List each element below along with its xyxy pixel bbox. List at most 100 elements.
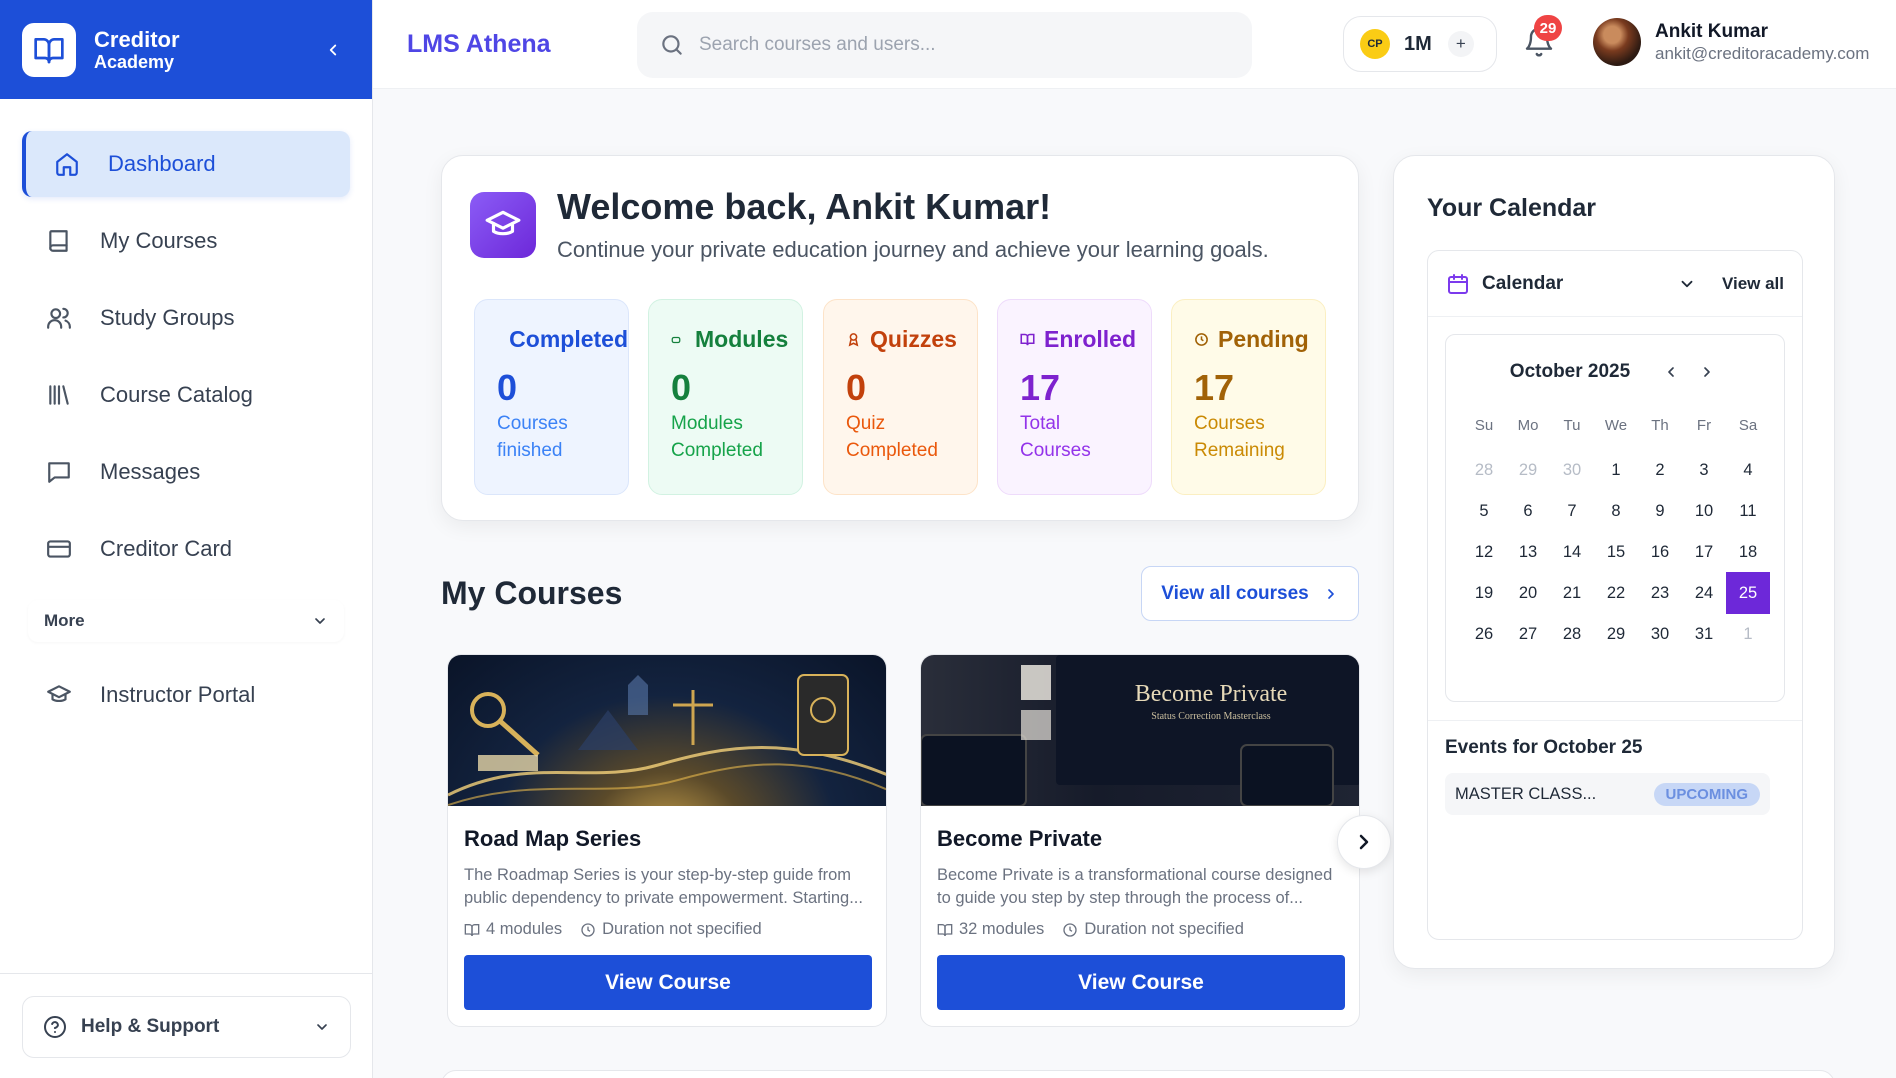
calendar-day[interactable]: 26: [1462, 613, 1506, 655]
calendar-day[interactable]: 2: [1638, 449, 1682, 491]
calendar-day[interactable]: 16: [1638, 531, 1682, 573]
calendar-day[interactable]: 25: [1726, 572, 1770, 614]
search-input[interactable]: [699, 34, 1219, 56]
calendar-week-row: 5 6 7 8 9 10 11: [1462, 490, 1770, 532]
book-icon: [44, 226, 74, 256]
calendar-day[interactable]: 13: [1506, 531, 1550, 573]
chevron-down-icon: [315, 618, 325, 624]
calendar-day[interactable]: 22: [1594, 572, 1638, 614]
view-course-button[interactable]: View Course: [937, 955, 1345, 1010]
carousel-next-button[interactable]: [1337, 815, 1391, 869]
stat-card-enrolled: Enrolled 17 Total Courses: [997, 299, 1152, 495]
credits-value: 1M: [1404, 32, 1432, 55]
calendar-day[interactable]: 19: [1462, 572, 1506, 614]
calendar-day[interactable]: 24: [1682, 572, 1726, 614]
user-name: Ankit Kumar: [1655, 20, 1768, 42]
more-label: More: [44, 611, 85, 630]
calendar-day[interactable]: 21: [1550, 572, 1594, 614]
calendar-day[interactable]: 20: [1506, 572, 1550, 614]
calendar-dropdown-toggle[interactable]: [1678, 275, 1696, 293]
chevron-down-icon: [317, 1024, 327, 1030]
calendar-day[interactable]: 6: [1506, 490, 1550, 532]
calendar-day-outside[interactable]: 1: [1726, 613, 1770, 655]
calendar-day-outside[interactable]: 30: [1550, 449, 1594, 491]
calendar-week-row: 19 20 21 22 23 24 25: [1462, 572, 1770, 614]
calendar-day[interactable]: 31: [1682, 613, 1726, 655]
stat-value: 0: [497, 367, 518, 408]
calendar-day[interactable]: 30: [1638, 613, 1682, 655]
user-profile[interactable]: Ankit Kumar ankit@creditoracademy.com: [1593, 18, 1869, 66]
sidebar-item-label: Study Groups: [100, 305, 235, 330]
calendar-day[interactable]: 15: [1594, 531, 1638, 573]
calendar-view-all-link[interactable]: View all: [1722, 274, 1784, 294]
calendar-day[interactable]: 18: [1726, 531, 1770, 573]
weekday-header: Su Mo Tu We Th Fr Sa: [1462, 417, 1770, 434]
sidebar-item-study-groups[interactable]: Study Groups: [22, 285, 350, 351]
chevron-right-icon: [1323, 586, 1339, 602]
book-open-icon[interactable]: [22, 22, 76, 77]
clock-icon: [581, 922, 595, 937]
thumbnail-subtitle: Status Correction Masterclass: [1151, 711, 1271, 722]
event-item[interactable]: MASTER CLASS... UPCOMING: [1445, 773, 1770, 815]
sidebar-item-course-catalog[interactable]: Course Catalog: [22, 362, 350, 428]
sidebar-item-my-courses[interactable]: My Courses: [22, 208, 350, 274]
add-credits-button[interactable]: +: [1447, 31, 1474, 57]
credits-widget[interactable]: CP 1M +: [1343, 16, 1497, 72]
calendar-day[interactable]: 12: [1462, 531, 1506, 573]
calendar-day[interactable]: 8: [1594, 490, 1638, 532]
users-icon: [44, 303, 74, 333]
calendar-day[interactable]: 9: [1638, 490, 1682, 532]
help-support-button[interactable]: Help & Support: [22, 996, 351, 1058]
sidebar-item-creditor-card[interactable]: Creditor Card: [22, 516, 350, 582]
more-dropdown[interactable]: More: [28, 600, 344, 642]
sidebar: Creditor Academy Dashboard My Courses St…: [0, 0, 373, 1078]
calendar-day[interactable]: 5: [1462, 490, 1506, 532]
view-all-courses-button[interactable]: View all courses: [1141, 566, 1359, 621]
calendar-day[interactable]: 1: [1594, 449, 1638, 491]
stat-card-quizzes: Quizzes 0 Quiz Completed: [823, 299, 978, 495]
calendar-day[interactable]: 11: [1726, 490, 1770, 532]
calendar-day[interactable]: 7: [1550, 490, 1594, 532]
course-thumbnail: Become Private Status Correction Masterc…: [921, 655, 1359, 806]
calendar-day[interactable]: 3: [1682, 449, 1726, 491]
chevron-left-icon: [1668, 367, 1675, 377]
events-title: Events for October 25: [1445, 737, 1643, 758]
sidebar-item-label: Instructor Portal: [100, 682, 256, 707]
calendar-day-outside[interactable]: 29: [1506, 449, 1550, 491]
calendar-day[interactable]: 28: [1550, 613, 1594, 655]
calendar-day[interactable]: 27: [1506, 613, 1550, 655]
weekday-label: Fr: [1696, 417, 1712, 434]
graduation-cap-icon: [44, 680, 74, 710]
calendar-day[interactable]: 23: [1638, 572, 1682, 614]
stat-title: Modules: [695, 326, 789, 352]
chevron-right-icon: [1704, 367, 1711, 377]
calendar-day[interactable]: 17: [1682, 531, 1726, 573]
calendar-day[interactable]: 4: [1726, 449, 1770, 491]
stat-value: 17: [1194, 367, 1235, 408]
event-status-badge: UPCOMING: [1653, 782, 1760, 806]
view-course-button[interactable]: View Course: [464, 955, 872, 1010]
next-month-button[interactable]: [1694, 359, 1720, 385]
brand-name: Creditor: [94, 26, 180, 52]
sidebar-item-messages[interactable]: Messages: [22, 439, 350, 505]
calendar-day-outside[interactable]: 28: [1462, 449, 1506, 491]
course-thumbnail: [448, 655, 886, 806]
calendar-day[interactable]: 14: [1550, 531, 1594, 573]
calendar-day[interactable]: 10: [1682, 490, 1726, 532]
course-duration: Duration not specified: [1084, 920, 1244, 938]
sidebar-divider: [0, 973, 372, 974]
collapse-sidebar-button[interactable]: [316, 33, 350, 67]
sidebar-item-instructor-portal[interactable]: Instructor Portal: [22, 662, 350, 728]
sidebar-item-label: Creditor Card: [100, 536, 233, 561]
course-title: Become Private: [937, 826, 1103, 851]
chevron-right-icon: [1359, 834, 1369, 850]
calendar-box: Calendar View all October 2025 Su Mo Tu We T…: [1427, 250, 1803, 940]
course-title: Road Map Series: [464, 826, 642, 851]
notification-count-badge: 29: [1534, 15, 1562, 41]
clock-icon: [1063, 922, 1077, 937]
calendar-day[interactable]: 29: [1594, 613, 1638, 655]
sidebar-item-dashboard[interactable]: Dashboard: [22, 131, 350, 197]
event-name: MASTER CLASS...: [1455, 784, 1597, 803]
search-bar[interactable]: [637, 12, 1252, 78]
prev-month-button[interactable]: [1658, 359, 1684, 385]
